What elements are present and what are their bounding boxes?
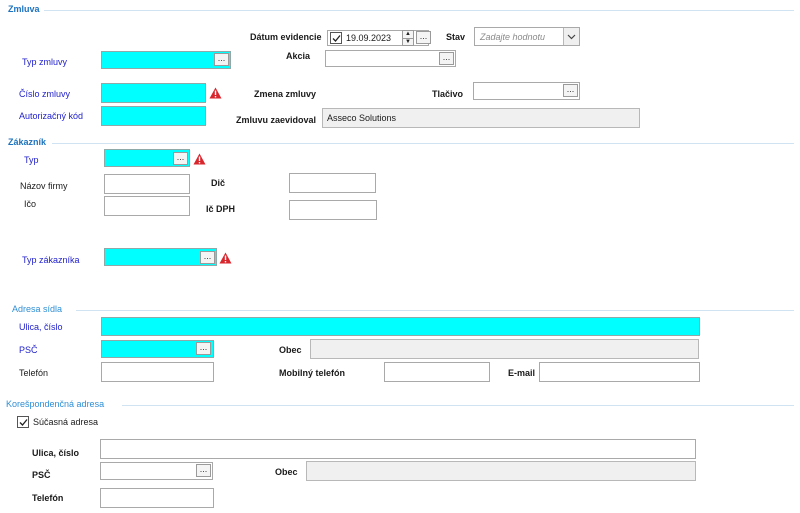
stav-label: Stav bbox=[446, 32, 466, 42]
kor-telefon-input[interactable] bbox=[100, 488, 214, 508]
chevron-down-icon[interactable] bbox=[563, 28, 579, 45]
mobilny-telefon-label: Mobilný telefón bbox=[279, 368, 345, 378]
typ-label: Typ bbox=[24, 155, 39, 165]
kor-psc-label: PSČ bbox=[32, 470, 51, 480]
section-divider bbox=[76, 310, 794, 311]
zmluvu-zaevidoval-label: Zmluvu zaevidoval bbox=[236, 115, 317, 125]
tlacivo-label: Tlačivo bbox=[432, 89, 464, 99]
akcia-input[interactable] bbox=[325, 50, 456, 67]
warning-icon bbox=[209, 87, 222, 99]
section-divider bbox=[44, 10, 794, 11]
warning-icon bbox=[193, 153, 206, 165]
section-title-korespondencna: Korešpondenčná adresa bbox=[6, 399, 105, 409]
akcia-label: Akcia bbox=[286, 51, 311, 61]
psc-lookup-button[interactable]: ... bbox=[196, 342, 211, 355]
typ-zakaznika-lookup-button[interactable]: ... bbox=[200, 251, 215, 264]
typ-lookup-button[interactable]: ... bbox=[173, 152, 188, 165]
ulica-label: Ulica, číslo bbox=[19, 322, 63, 332]
ico-input[interactable] bbox=[104, 196, 190, 216]
kor-telefon-label: Telefón bbox=[32, 493, 64, 503]
nazov-firmy-label: Názov firmy bbox=[20, 181, 68, 191]
dic-label: Dič bbox=[211, 178, 226, 188]
spin-down-icon[interactable]: ▼ bbox=[403, 37, 413, 46]
typ-zakaznika-label: Typ zákazníka bbox=[22, 255, 80, 265]
cislo-zmluvy-label: Číslo zmluvy bbox=[19, 89, 71, 99]
kor-obec-label: Obec bbox=[275, 467, 298, 477]
psc-label: PSČ bbox=[19, 345, 38, 355]
kor-psc-lookup-button[interactable]: ... bbox=[196, 464, 211, 477]
checkmark-icon bbox=[19, 418, 28, 426]
checkmark-icon bbox=[332, 34, 341, 42]
stav-placeholder: Zadajte hodnotu bbox=[480, 31, 546, 42]
ico-label: Ičo bbox=[24, 199, 37, 209]
section-title-adresa-sidla: Adresa sídla bbox=[12, 304, 63, 314]
date-spinner[interactable]: ▲ ▼ bbox=[402, 30, 414, 46]
ulica-input[interactable] bbox=[101, 317, 700, 336]
section-divider bbox=[122, 405, 794, 406]
mobilny-telefon-input[interactable] bbox=[384, 362, 490, 382]
email-input[interactable] bbox=[539, 362, 700, 382]
tlacivo-lookup-button[interactable]: ... bbox=[563, 84, 578, 97]
ic-dph-label: Ič DPH bbox=[206, 204, 236, 214]
warning-icon bbox=[219, 252, 232, 264]
ic-dph-input[interactable] bbox=[289, 200, 377, 220]
email-label: E-mail bbox=[508, 368, 536, 378]
obec-label: Obec bbox=[279, 345, 302, 355]
obec-field bbox=[310, 339, 699, 359]
zmluvu-zaevidoval-field: Asseco Solutions bbox=[322, 108, 640, 128]
sucasna-adresa-label: Súčasná adresa bbox=[33, 417, 99, 427]
cislo-zmluvy-input[interactable] bbox=[101, 83, 206, 103]
kor-ulica-label: Ulica, číslo bbox=[32, 448, 80, 458]
telefon-label: Telefón bbox=[19, 368, 49, 378]
autorizacny-kod-label: Autorizačný kód bbox=[19, 111, 84, 121]
datum-evidencie-checkbox[interactable] bbox=[330, 32, 342, 44]
telefon-input[interactable] bbox=[101, 362, 214, 382]
typ-zmluvy-input[interactable] bbox=[101, 51, 231, 69]
sucasna-adresa-checkbox[interactable] bbox=[17, 416, 29, 428]
section-divider bbox=[52, 143, 794, 144]
akcia-lookup-button[interactable]: ... bbox=[439, 52, 454, 65]
stav-select[interactable]: Zadajte hodnotu bbox=[474, 27, 580, 46]
datum-evidencie-value: 19.09.2023 bbox=[346, 33, 392, 43]
typ-zmluvy-lookup-button[interactable]: ... bbox=[214, 53, 229, 66]
kor-ulica-input[interactable] bbox=[100, 439, 696, 459]
autorizacny-kod-input[interactable] bbox=[101, 106, 206, 126]
dic-input[interactable] bbox=[289, 173, 376, 193]
datum-evidencie-label: Dátum evidencie bbox=[250, 32, 322, 42]
date-picker-button[interactable]: ... bbox=[416, 31, 431, 44]
kor-obec-field bbox=[306, 461, 696, 481]
zmena-zmluvy-label: Zmena zmluvy bbox=[254, 89, 317, 99]
typ-zmluvy-label: Typ zmluvy bbox=[22, 57, 68, 67]
section-title-zmluva: Zmluva bbox=[8, 4, 40, 14]
section-title-zakaznik: Zákazník bbox=[8, 137, 47, 147]
nazov-firmy-input[interactable] bbox=[104, 174, 190, 194]
